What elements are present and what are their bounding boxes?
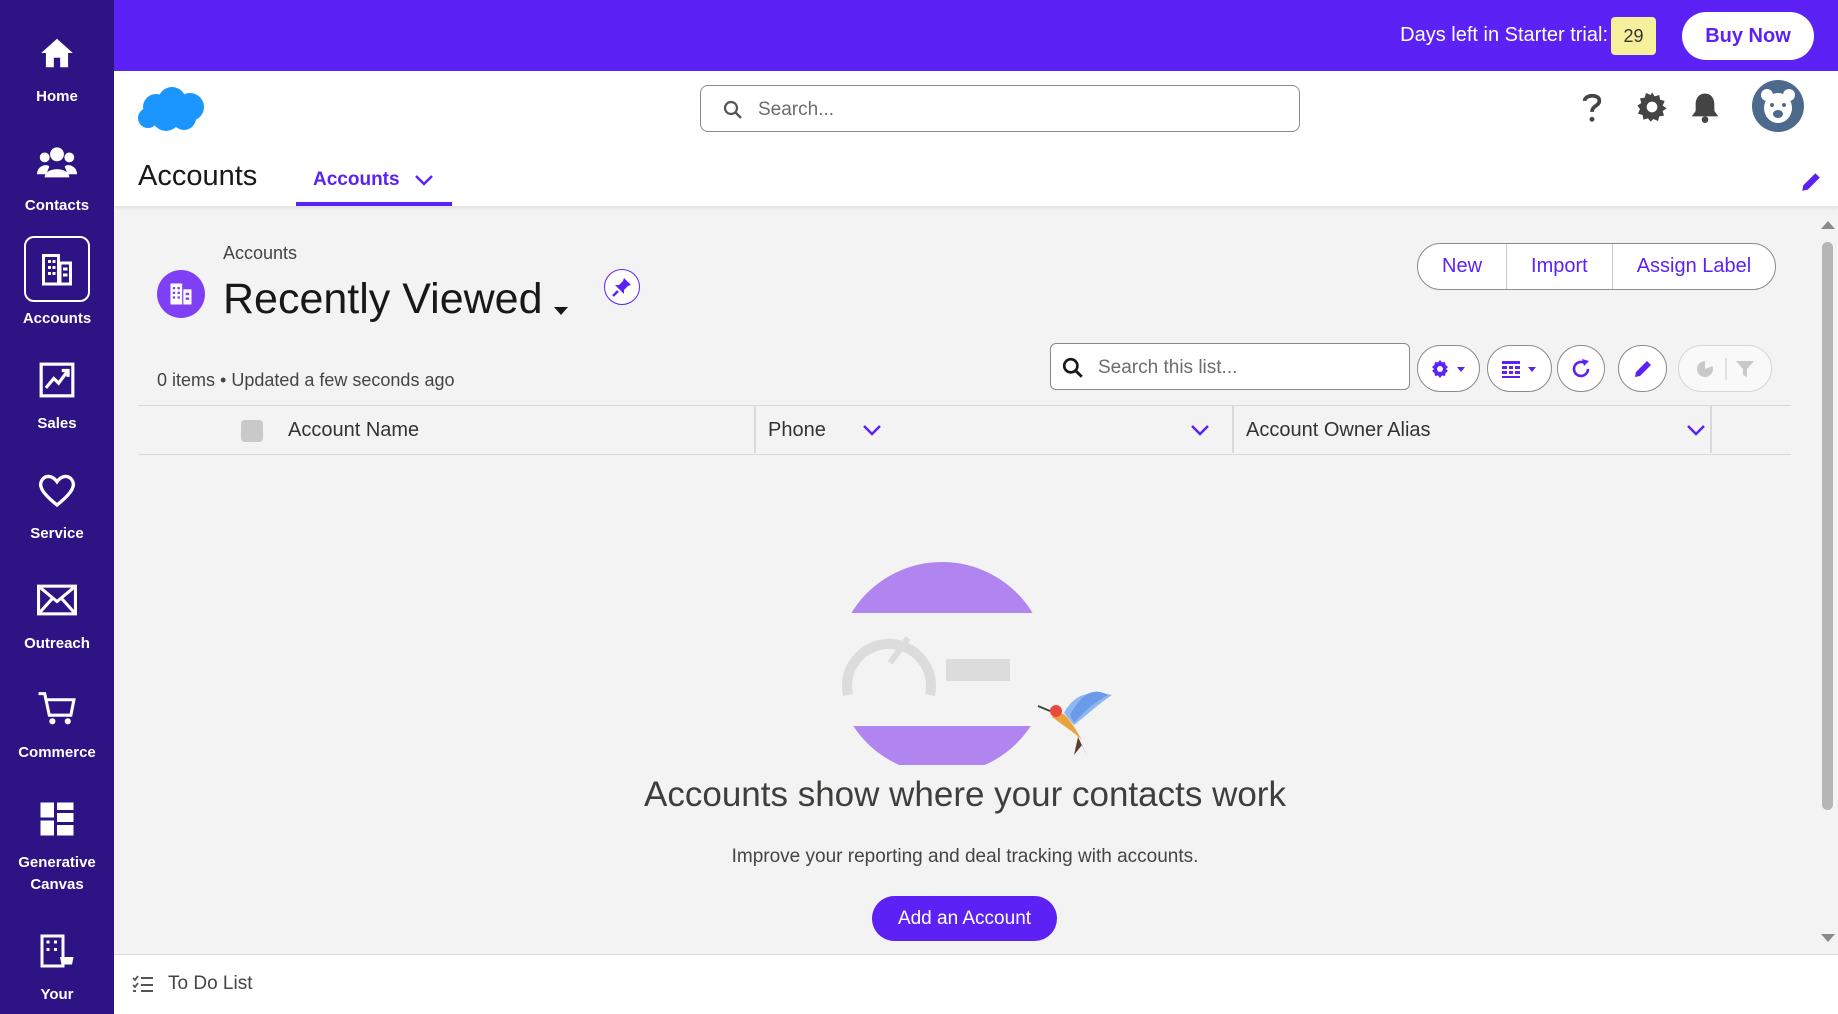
column-label: Phone bbox=[768, 419, 826, 441]
app-title: Accounts bbox=[138, 160, 258, 192]
list-actions-group: New Import Assign Label bbox=[1417, 243, 1777, 290]
building-icon bbox=[24, 236, 90, 302]
column-phone[interactable]: Phone bbox=[768, 406, 1218, 453]
refresh-button[interactable] bbox=[1557, 345, 1605, 392]
global-search-placeholder: Search... bbox=[758, 99, 835, 120]
nav-item-accounts[interactable]: Accounts bbox=[0, 236, 114, 330]
empty-state-subtitle: Improve your reporting and deal tracking… bbox=[731, 846, 1199, 867]
nav-label-contacts: Contacts bbox=[24, 197, 90, 214]
chevron-down-icon[interactable] bbox=[414, 174, 434, 186]
search-icon bbox=[723, 100, 743, 125]
scrollbar-thumb[interactable] bbox=[1822, 242, 1833, 810]
tab-accounts-label: Accounts bbox=[313, 169, 400, 190]
hummingbird-icon bbox=[1037, 691, 1112, 758]
column-label: Account Owner Alias bbox=[1246, 419, 1431, 441]
list-view-title: Recently Viewed bbox=[223, 275, 543, 323]
cart-icon bbox=[24, 684, 90, 734]
edit-nav-pencil-icon[interactable] bbox=[1800, 171, 1822, 198]
nav-label-sales: Sales bbox=[37, 415, 77, 432]
list-meta-text: 0 items • Updated a few seconds ago bbox=[157, 370, 455, 390]
nav-item-commerce[interactable]: Commerce bbox=[0, 684, 114, 764]
nav-item-outreach[interactable]: Outreach bbox=[0, 575, 114, 655]
list-search-input[interactable]: Search this list... bbox=[1050, 343, 1410, 390]
nav-label-outreach: Outreach bbox=[24, 635, 90, 652]
nav-label-commerce: Commerce bbox=[18, 744, 96, 761]
column-divider bbox=[1232, 406, 1234, 453]
nav-item-your[interactable]: Your bbox=[0, 926, 114, 1006]
column-divider bbox=[754, 406, 756, 453]
user-avatar[interactable] bbox=[1752, 80, 1804, 132]
todo-list-label: To Do List bbox=[168, 973, 253, 994]
add-account-button[interactable]: Add an Account bbox=[872, 896, 1057, 941]
help-icon[interactable] bbox=[1579, 91, 1605, 128]
pin-icon bbox=[612, 278, 631, 297]
todo-list-button[interactable]: To Do List bbox=[132, 973, 252, 995]
import-button[interactable]: Import bbox=[1506, 244, 1612, 289]
gear-icon bbox=[1431, 359, 1465, 378]
global-search-input[interactable]: Search... bbox=[700, 85, 1300, 132]
heart-icon bbox=[24, 465, 90, 515]
new-button[interactable]: New bbox=[1418, 244, 1506, 289]
nav-item-contacts[interactable]: Contacts bbox=[0, 137, 114, 217]
breadcrumb: Accounts bbox=[223, 243, 298, 263]
display-as-button[interactable] bbox=[1487, 345, 1552, 392]
contacts-icon bbox=[24, 137, 90, 187]
assign-label-button[interactable]: Assign Label bbox=[1611, 244, 1776, 289]
trial-text: Days left in Starter trial: bbox=[1400, 24, 1608, 46]
home-icon bbox=[24, 28, 90, 78]
nav-item-sales[interactable]: Sales bbox=[0, 355, 114, 435]
chart-icon bbox=[24, 355, 90, 405]
trial-banner: Days left in Starter trial: 29 Buy Now bbox=[114, 0, 1838, 71]
accounts-object-icon bbox=[157, 270, 205, 318]
pencil-icon bbox=[1634, 360, 1651, 377]
table-header: Account Name Phone Account Owner Alias bbox=[138, 405, 1791, 455]
column-account-owner-alias[interactable]: Account Owner Alias bbox=[1246, 406, 1716, 453]
table-icon bbox=[1501, 360, 1536, 378]
edit-list-button[interactable] bbox=[1618, 345, 1667, 392]
global-header: Search... Accounts Accounts bbox=[114, 71, 1838, 207]
list-view-switcher-icon[interactable] bbox=[553, 303, 569, 321]
envelope-icon bbox=[24, 575, 90, 625]
column-account-name[interactable]: Account Name bbox=[288, 406, 881, 453]
filter-icon[interactable] bbox=[1736, 360, 1754, 377]
list-settings-button[interactable] bbox=[1417, 345, 1480, 392]
column-divider bbox=[1710, 406, 1712, 453]
buy-now-button[interactable]: Buy Now bbox=[1682, 12, 1814, 60]
empty-state-title: Accounts show where your contacts work bbox=[644, 775, 1286, 814]
select-all-checkbox[interactable] bbox=[241, 420, 263, 442]
gear-icon[interactable] bbox=[1636, 91, 1668, 128]
utility-bar: To Do List bbox=[114, 954, 1838, 1014]
nav-label-accounts: Accounts bbox=[22, 310, 92, 327]
tab-accounts[interactable]: Accounts bbox=[296, 156, 452, 206]
charts-filter-group bbox=[1678, 345, 1772, 392]
search-icon bbox=[1062, 357, 1083, 378]
trial-days-badge: 29 bbox=[1611, 17, 1656, 55]
chevron-down-icon[interactable] bbox=[1686, 424, 1706, 436]
nav-item-home[interactable]: Home bbox=[0, 28, 114, 108]
nav-label-service: Service bbox=[30, 525, 84, 542]
nav-label-home: Home bbox=[36, 88, 78, 105]
pin-list-button[interactable] bbox=[604, 269, 640, 305]
column-label: Account Name bbox=[288, 419, 420, 441]
salesforce-logo[interactable] bbox=[136, 85, 208, 140]
chevron-down-icon[interactable] bbox=[1190, 424, 1210, 436]
list-search-placeholder: Search this list... bbox=[1098, 357, 1238, 378]
bell-icon[interactable] bbox=[1690, 91, 1720, 128]
checklist-icon bbox=[132, 975, 153, 992]
nav-item-service[interactable]: Service bbox=[0, 465, 114, 545]
store-icon bbox=[24, 926, 90, 976]
nav-label-your: Your bbox=[40, 986, 74, 1003]
chart-pie-icon[interactable] bbox=[1697, 360, 1713, 377]
refresh-icon bbox=[1572, 358, 1590, 377]
empty-state-illustration bbox=[812, 555, 1122, 774]
